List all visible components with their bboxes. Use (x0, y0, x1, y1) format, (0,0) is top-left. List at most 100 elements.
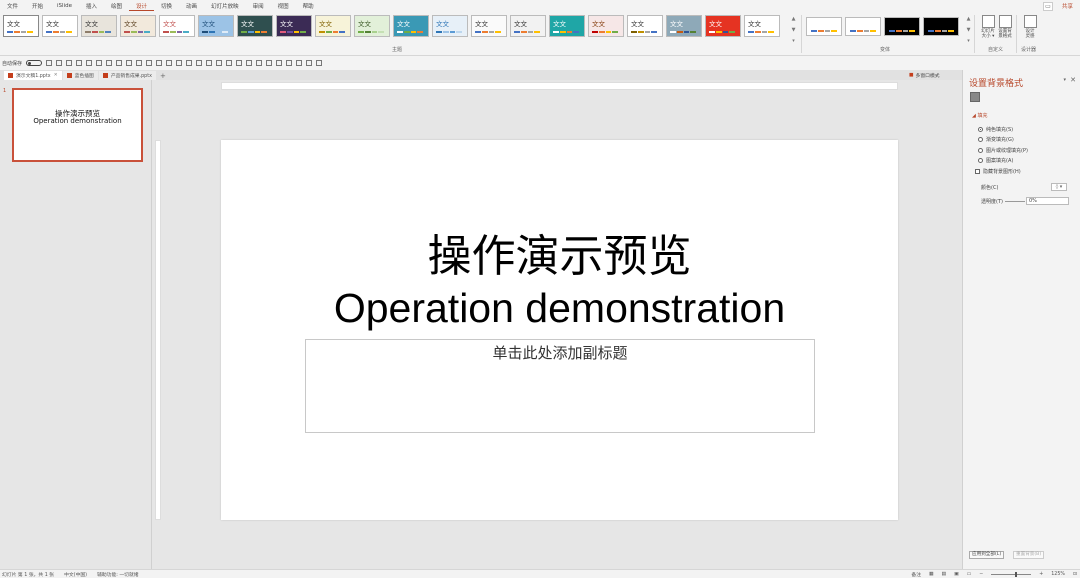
theme-thumb[interactable]: 文文 (315, 15, 351, 37)
color-picker-button[interactable]: ◊ ▾ (1051, 183, 1067, 191)
new-slide-icon[interactable] (86, 60, 93, 66)
theme-thumb[interactable]: 文文 (3, 15, 39, 37)
menu-islide[interactable]: iSlide (50, 3, 79, 9)
fill-bucket-icon[interactable] (970, 92, 980, 102)
italic-icon[interactable] (146, 60, 153, 66)
save-icon[interactable] (46, 60, 53, 66)
accessibility-status[interactable]: 辅助功能: 一切就绪 (97, 571, 139, 578)
chevron-down-icon[interactable]: ▾ (1063, 77, 1066, 83)
normal-view-icon[interactable]: ▦ (929, 572, 934, 577)
text-direction-icon[interactable] (216, 60, 223, 66)
slide-title[interactable]: 操作演示预览 (221, 232, 898, 282)
menu-animations[interactable]: 动画 (179, 2, 204, 10)
menu-view[interactable]: 视图 (271, 2, 296, 10)
variant-thumb[interactable] (884, 17, 920, 36)
theme-thumb[interactable]: 文文 (549, 15, 585, 37)
transparency-slider[interactable] (1005, 201, 1025, 202)
reset-background-button[interactable]: 重置背景(B) (1013, 551, 1045, 559)
close-icon[interactable]: ✕ (1070, 76, 1076, 84)
chevron-up-icon[interactable]: ▲ (792, 16, 796, 22)
menu-insert[interactable]: 插入 (79, 2, 104, 10)
chevron-down-icon[interactable]: ▼ (792, 27, 796, 33)
variant-thumb[interactable] (806, 17, 842, 36)
zoom-slider[interactable] (991, 571, 1032, 577)
theme-thumb[interactable]: 文文 (666, 15, 702, 37)
numbering-icon[interactable] (236, 60, 243, 66)
theme-thumb[interactable]: 文文 (393, 15, 429, 37)
zoom-level[interactable]: 125% (1051, 572, 1065, 577)
theme-thumb[interactable]: 文文 (198, 15, 234, 37)
shapes-icon[interactable] (166, 60, 173, 66)
menu-help[interactable]: 帮助 (296, 2, 321, 10)
arrange-icon[interactable] (176, 60, 183, 66)
undo-icon[interactable] (56, 60, 63, 66)
theme-thumb[interactable]: 文文 (42, 15, 78, 37)
redo-icon[interactable] (66, 60, 73, 66)
underline-icon[interactable] (156, 60, 163, 66)
hide-background-graphics-option[interactable]: 隐藏背景图形(H) (975, 168, 1021, 175)
picture-fill-option[interactable]: 图片或纹理填充(P) (978, 147, 1028, 154)
more-icon[interactable]: ▾ (792, 38, 795, 44)
more-icon[interactable]: ▾ (967, 38, 970, 44)
start-slideshow-icon[interactable] (76, 60, 83, 66)
menu-transitions[interactable]: 切换 (154, 2, 179, 10)
autosave-toggle[interactable] (26, 60, 43, 66)
theme-thumb[interactable]: 文文 (588, 15, 624, 37)
radio[interactable] (978, 148, 983, 153)
smartart-icon[interactable] (306, 60, 313, 66)
transparency-input[interactable]: 0% (1026, 197, 1069, 205)
customize-toolbar-icon[interactable] (316, 60, 323, 66)
slideshow-icon[interactable]: ▭ (967, 572, 972, 577)
theme-thumb[interactable]: 文文 (627, 15, 663, 37)
text-box-icon[interactable] (276, 60, 283, 66)
align-icon[interactable] (186, 60, 193, 66)
checkbox[interactable] (975, 169, 980, 174)
reading-view-icon[interactable]: ▣ (954, 572, 959, 577)
chart-icon[interactable] (296, 60, 303, 66)
reset-icon[interactable] (106, 60, 113, 66)
slide-canvas[interactable]: 操作演示预览 Operation demonstration 单击此处添加副标题 (221, 140, 898, 520)
tab-document-3[interactable]: 产品销售成果.pptx (98, 71, 156, 80)
radio[interactable] (978, 158, 983, 163)
tab-document-1[interactable]: 演示文稿1.pptx ✕ (4, 71, 62, 80)
theme-thumb[interactable]: 文文 (744, 15, 780, 37)
comment-icon[interactable]: ▭ (1042, 1, 1053, 11)
tab-document-2[interactable]: 蓝色插图 (62, 71, 98, 80)
zoom-out-icon[interactable]: − (979, 572, 983, 577)
font-color-icon[interactable] (256, 60, 263, 66)
menu-file[interactable]: 文件 (0, 2, 25, 10)
slide-title-english[interactable]: Operation demonstration (221, 285, 898, 331)
theme-thumb[interactable]: 文文 (705, 15, 741, 37)
picture-icon[interactable] (246, 60, 253, 66)
zoom-in-icon[interactable]: + (1039, 572, 1043, 577)
variant-thumb[interactable] (923, 17, 959, 36)
menu-slideshow[interactable]: 幻灯片放映 (204, 2, 246, 10)
theme-thumb[interactable]: 文文 (471, 15, 507, 37)
format-background-button[interactable]: 设置背 景格式 (994, 15, 1016, 39)
apply-to-all-button[interactable]: 应用到全部(L) (969, 551, 1005, 559)
menu-draw[interactable]: 绘图 (104, 2, 129, 10)
theme-thumb[interactable]: 文文 (432, 15, 468, 37)
menu-home[interactable]: 开始 (25, 2, 50, 10)
theme-thumb[interactable]: 文文 (237, 15, 273, 37)
theme-thumb[interactable]: 文文 (276, 15, 312, 37)
gradient-fill-option[interactable]: 渐变填充(G) (978, 136, 1014, 143)
theme-thumb[interactable]: 文文 (81, 15, 117, 37)
highlight-icon[interactable] (266, 60, 273, 66)
close-icon[interactable]: ✕ (54, 73, 58, 78)
bullets-icon[interactable] (226, 60, 233, 66)
bold-icon[interactable] (136, 60, 143, 66)
slide-thumbnail[interactable]: 操作演示预览 Operation demonstration (12, 88, 143, 162)
variant-gallery-scroll[interactable]: ▲ ▼ ▾ (965, 16, 972, 44)
design-ideas-button[interactable]: 设计 灵感 (1019, 15, 1041, 39)
radio[interactable] (978, 127, 983, 132)
share-button[interactable]: 共享 (1059, 1, 1076, 11)
theme-thumb[interactable]: 文文 (354, 15, 390, 37)
theme-thumb[interactable]: 文文 (159, 15, 195, 37)
language[interactable]: 中文(中国) (64, 571, 87, 578)
theme-thumb[interactable]: 文文 (510, 15, 546, 37)
fill-icon[interactable] (196, 60, 203, 66)
menu-review[interactable]: 审阅 (246, 2, 271, 10)
notes-button[interactable]: 备注 (911, 571, 921, 578)
pattern-fill-option[interactable]: 图案填充(A) (978, 157, 1013, 164)
